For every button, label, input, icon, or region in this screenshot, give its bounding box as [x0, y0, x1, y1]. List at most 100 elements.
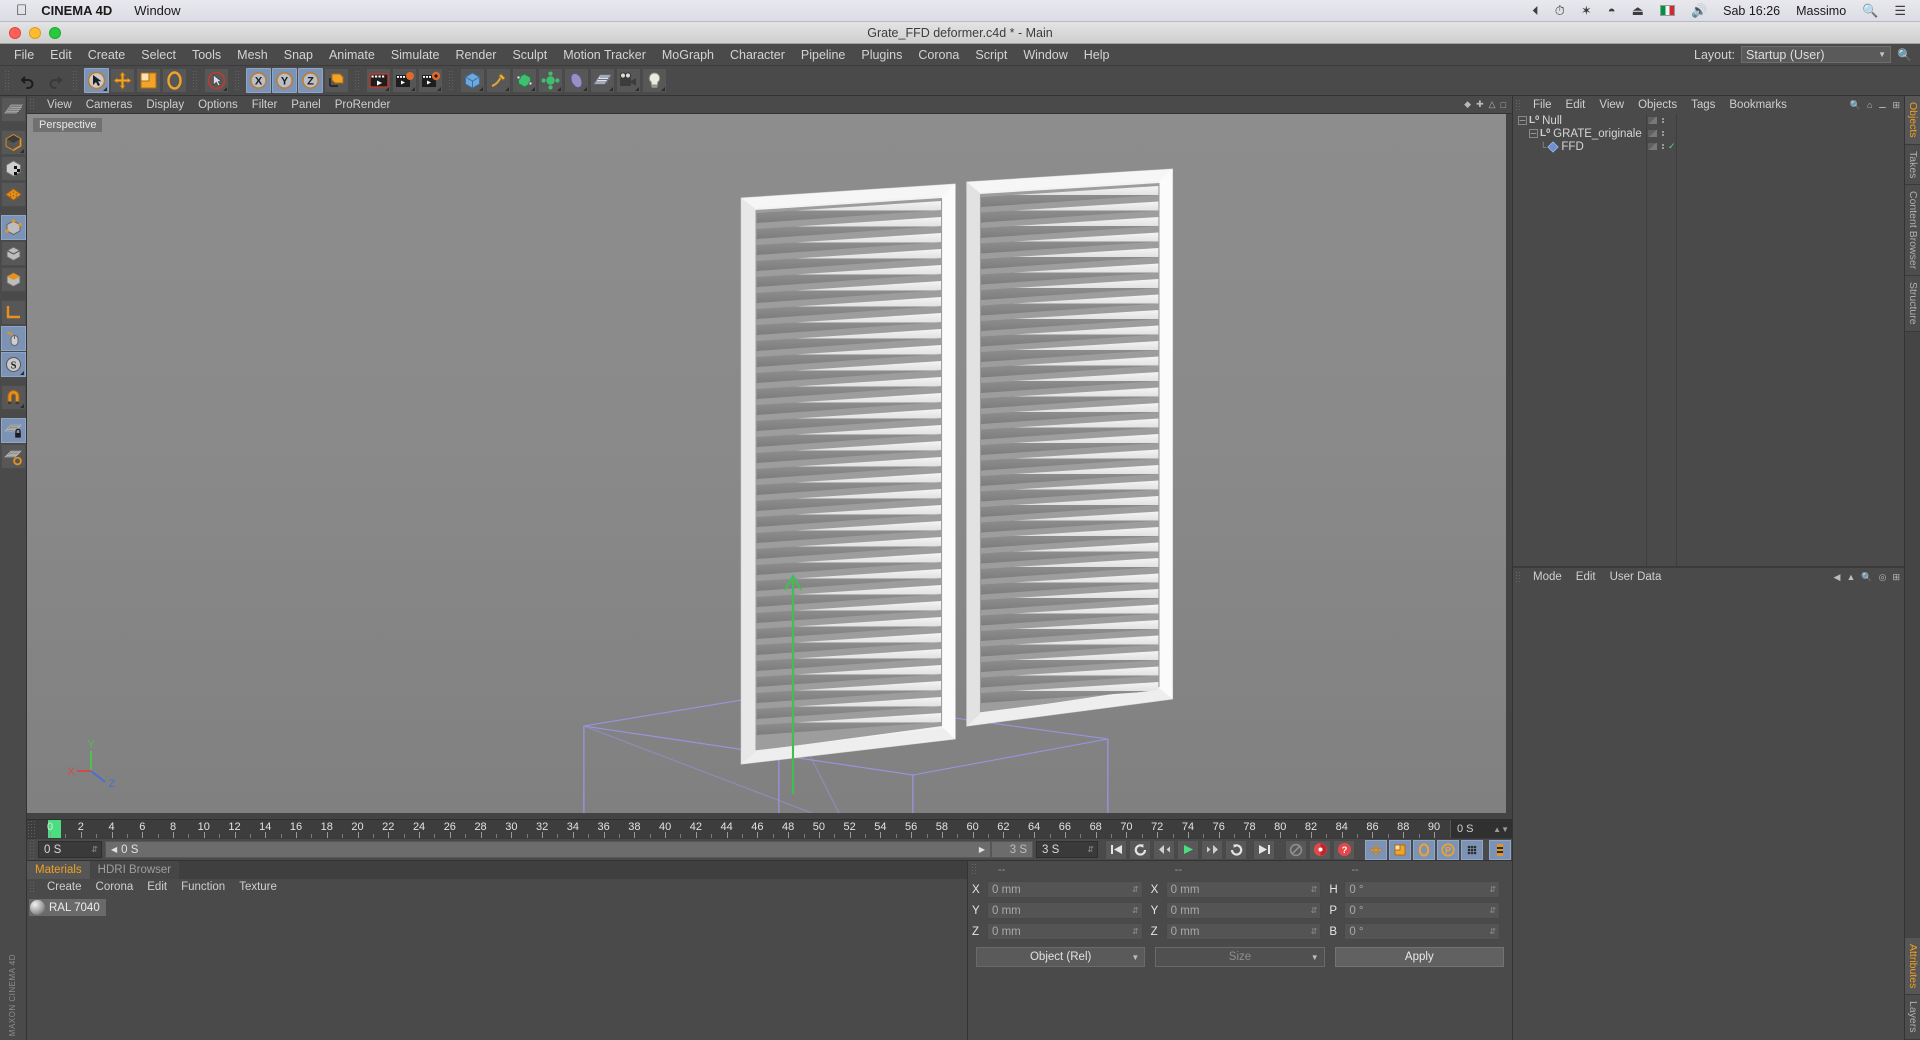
play-button[interactable] — [1177, 840, 1199, 860]
obj-menu-bookmarks[interactable]: Bookmarks — [1722, 96, 1794, 114]
spinner-icon[interactable]: ⇵ — [1087, 845, 1094, 854]
spinner-icon[interactable]: ⇵ — [91, 845, 98, 854]
menu-plugins[interactable]: Plugins — [853, 44, 910, 66]
volume-icon[interactable]: 🔊 — [1691, 3, 1707, 19]
menu-mesh[interactable]: Mesh — [229, 44, 276, 66]
timeline-ruler[interactable]: 0246810121416182022242628303234363840424… — [27, 819, 1512, 838]
material-ral-7040[interactable]: RAL 7040 — [29, 899, 106, 916]
obj-menu-edit[interactable]: Edit — [1559, 96, 1593, 114]
material-grip[interactable] — [29, 881, 36, 894]
menu-tools[interactable]: Tools — [184, 44, 229, 66]
points-mode-button[interactable] — [1, 215, 26, 240]
expander-icon[interactable]: ─ — [1529, 129, 1538, 138]
apple-logo-icon[interactable]:  — [16, 3, 27, 18]
range-left-arrow-icon[interactable]: ◀ — [111, 845, 117, 854]
obj-menu-tags[interactable]: Tags — [1684, 96, 1722, 114]
timeline-track[interactable]: 0246810121416182022242628303234363840424… — [36, 820, 1450, 838]
render-visibility-icon[interactable] — [1647, 142, 1658, 151]
object-visibility-dots[interactable] — [1647, 129, 1664, 138]
render-view-button[interactable] — [366, 68, 391, 93]
object-row-grate-originale[interactable]: ─ L⁰ GRATE_originale — [1513, 127, 1904, 140]
vp-menu-display[interactable]: Display — [139, 96, 191, 114]
autokeying-button[interactable]: ? — [1333, 840, 1355, 860]
add-camera-button[interactable] — [616, 68, 641, 93]
menu-simulate[interactable]: Simulate — [383, 44, 448, 66]
menu-snap[interactable]: Snap — [276, 44, 321, 66]
workplane-button[interactable] — [1, 97, 26, 122]
key-position-button[interactable] — [1365, 840, 1387, 860]
coordinate-size-dropdown[interactable]: Size ▼ — [1155, 947, 1324, 967]
mat-menu-corona[interactable]: Corona — [89, 879, 141, 896]
vp-menu-options[interactable]: Options — [191, 96, 245, 114]
max-time-field[interactable]: 3 S ⇵ — [1036, 841, 1098, 858]
vp-menu-view[interactable]: View — [40, 96, 79, 114]
mat-menu-function[interactable]: Function — [174, 879, 232, 896]
bluetooth-icon[interactable]: ✶ — [1581, 3, 1592, 19]
polygon-grid-button[interactable] — [1, 182, 26, 207]
grid-rotate-button[interactable] — [1, 444, 26, 469]
back-arrow-icon[interactable]: ◀ — [1834, 572, 1841, 583]
render-visibility-icon[interactable] — [1647, 116, 1658, 125]
toolbar-grip[interactable] — [72, 70, 79, 92]
current-time-display[interactable]: 0 S ▲▼ — [1450, 820, 1512, 838]
apply-button[interactable]: Apply — [1335, 947, 1504, 967]
rotate-tool-button[interactable] — [162, 68, 187, 93]
spinner-icon[interactable]: ▲▼ — [1493, 825, 1509, 834]
scale-tool-button[interactable] — [136, 68, 161, 93]
menu-pipeline[interactable]: Pipeline — [793, 44, 853, 66]
menu-motion-tracker[interactable]: Motion Tracker — [555, 44, 654, 66]
goto-end-button[interactable] — [1253, 840, 1275, 860]
timeline-controls-grip[interactable] — [29, 839, 36, 861]
step-forward-frame-button[interactable] — [1201, 840, 1223, 860]
texture-mode-button[interactable] — [1, 156, 26, 181]
mat-menu-texture[interactable]: Texture — [232, 879, 284, 896]
clock-history-icon[interactable]: ⏱ — [1555, 3, 1565, 19]
menu-sculpt[interactable]: Sculpt — [504, 44, 555, 66]
spinner-icon[interactable]: ⇵ — [1311, 906, 1318, 915]
viewport-grip[interactable] — [29, 98, 36, 111]
attr-menu-mode[interactable]: Mode — [1526, 568, 1569, 586]
menu-corona[interactable]: Corona — [910, 44, 967, 66]
timemachine-icon[interactable]: ⏴ — [1532, 3, 1539, 19]
render-visibility-icon[interactable] — [1647, 129, 1658, 138]
render-region-button[interactable] — [392, 68, 417, 93]
add-spline-button[interactable] — [486, 68, 511, 93]
spinner-icon[interactable]: ⇵ — [1489, 927, 1496, 936]
add-mograph-button[interactable] — [590, 68, 615, 93]
vp-menu-filter[interactable]: Filter — [245, 96, 285, 114]
lock-z-button[interactable]: Z — [298, 68, 323, 93]
vp-menu-panel[interactable]: Panel — [284, 96, 327, 114]
menu-edit[interactable]: Edit — [42, 44, 80, 66]
os-menu-window[interactable]: Window — [134, 3, 180, 18]
minus-icon[interactable]: ⚊ — [1878, 100, 1886, 111]
autokey-toggle-button[interactable] — [1285, 840, 1307, 860]
object-row-null[interactable]: ─ L⁰ Null — [1513, 114, 1904, 127]
viewport-solo-button[interactable] — [1, 326, 26, 351]
vtab-attributes[interactable]: Attributes — [1905, 938, 1920, 995]
expander-icon[interactable]: ─ — [1518, 116, 1527, 125]
menu-script[interactable]: Script — [967, 44, 1015, 66]
menu-window[interactable]: Window — [1015, 44, 1075, 66]
toolbar-grip[interactable] — [354, 70, 361, 92]
menu-character[interactable]: Character — [722, 44, 793, 66]
lock-grid-button[interactable] — [1, 418, 26, 443]
vtab-layers[interactable]: Layers — [1905, 995, 1920, 1040]
mat-menu-create[interactable]: Create — [40, 879, 89, 896]
live-selection-button[interactable] — [204, 68, 229, 93]
add-icon[interactable]: ⊞ — [1892, 100, 1900, 111]
axis-mode-button[interactable] — [1, 300, 26, 325]
redo-button[interactable] — [42, 68, 67, 93]
search-icon[interactable]: 🔍 — [1897, 48, 1912, 62]
search-icon[interactable]: 🔍 — [1861, 572, 1872, 583]
layout-dropdown[interactable]: Startup (User) ▼ — [1741, 46, 1891, 63]
home-icon[interactable]: ⌂ — [1867, 100, 1872, 110]
viewport-vscrollbar[interactable] — [1506, 114, 1512, 819]
world-object-axis-button[interactable] — [324, 68, 349, 93]
edges-mode-button[interactable] — [1, 241, 26, 266]
obj-menu-objects[interactable]: Objects — [1631, 96, 1684, 114]
menu-create[interactable]: Create — [80, 44, 134, 66]
current-frame-field[interactable]: 0 S ⇵ — [38, 841, 102, 858]
tab-materials[interactable]: Materials — [27, 861, 90, 879]
add-scene-button[interactable] — [564, 68, 589, 93]
viewport-3d[interactable]: Perspective — [27, 114, 1512, 819]
